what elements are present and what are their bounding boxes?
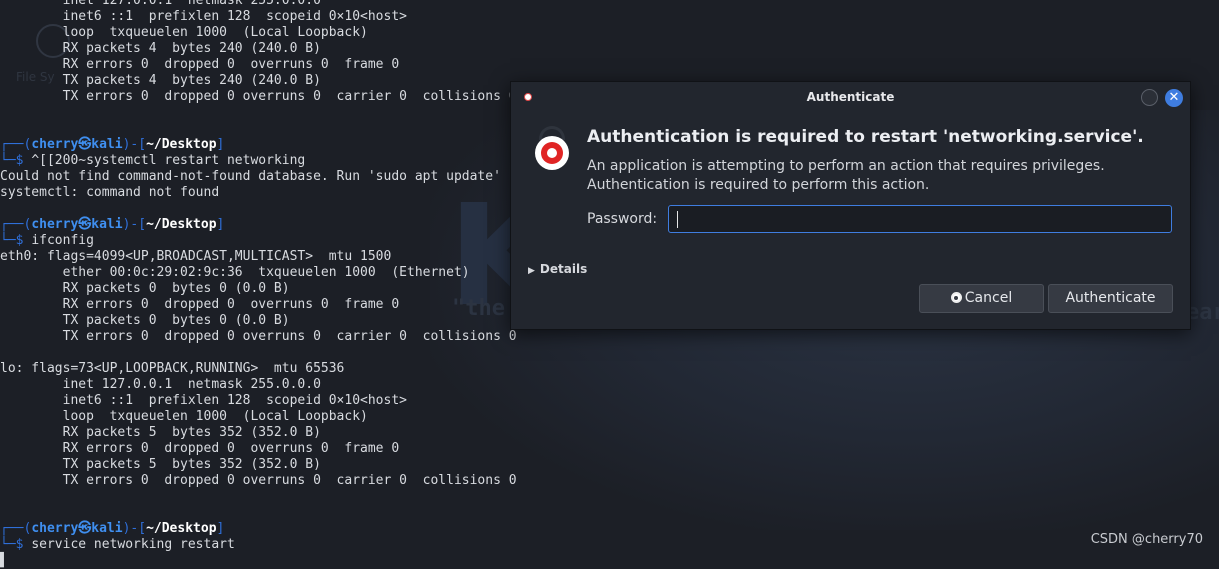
output-line: TX errors 0 dropped 0 overruns 0 carrier… (0, 329, 517, 344)
prompt-dollar: $ (15, 537, 32, 552)
prompt-user: cherry㉿kali (31, 521, 123, 536)
authenticate-label: Authenticate (1065, 290, 1156, 306)
expand-triangle-icon: ▶ (528, 266, 535, 276)
prompt-frame: ┌──( (0, 137, 32, 152)
details-expander[interactable]: ▶ Details (528, 262, 587, 276)
prompt-line: ┌──(cherry㉿kali)-[~/Desktop] (0, 521, 1219, 537)
prompt-directory: ~/Desktop (146, 137, 217, 152)
output-line: inet6 ::1 prefixlen 128 scopeid 0×10<hos… (0, 9, 407, 24)
password-label: Password: (587, 211, 658, 227)
password-input[interactable] (668, 205, 1172, 233)
details-label: Details (539, 262, 588, 276)
command-line: └─$ service networking restart (0, 537, 1219, 553)
authenticate-button[interactable]: Authenticate (1048, 284, 1173, 313)
prompt-frame: └─ (0, 537, 16, 552)
prompt-frame: ┌──( (0, 521, 32, 536)
prompt-user: cherry㉿kali (31, 137, 123, 152)
output-line: loop txqueuelen 1000 (Local Loopback) (0, 409, 368, 424)
prompt-bracket: ] (216, 137, 225, 152)
terminal-cursor: ▌ (0, 553, 8, 568)
output-line: inet 127.0.0.1 netmask 255.0.0.0 (0, 0, 321, 8)
command-text: service networking restart (31, 537, 235, 552)
output-line: loop txqueuelen 1000 (Local Loopback) (0, 25, 368, 40)
output-line: inet 127.0.0.1 netmask 255.0.0.0 (0, 377, 321, 392)
prompt-dollar: $ (15, 233, 32, 248)
csdn-watermark: CSDN @cherry70 (1090, 532, 1203, 547)
minimize-button[interactable] (1141, 89, 1158, 106)
output-line: lo: flags=73<UP,LOOPBACK,RUNNING> mtu 65… (0, 361, 345, 376)
output-line: RX errors 0 dropped 0 overruns 0 frame 0 (0, 441, 400, 456)
authentication-lock-icon (535, 136, 569, 170)
prompt-frame: └─ (0, 153, 16, 168)
prompt-frame: ┌──( (0, 217, 32, 232)
prompt-separator: )-[ (122, 217, 147, 232)
dialog-title: Authenticate (806, 90, 895, 104)
output-line: RX errors 0 dropped 0 overruns 0 frame 0 (0, 57, 400, 72)
dialog-headline: Authentication is required to restart 'n… (587, 127, 1144, 147)
prompt-bracket: ] (216, 217, 225, 232)
dialog-description: An application is attempting to perform … (587, 158, 1105, 193)
command-text: ifconfig (31, 233, 94, 248)
authenticate-dialog: Authenticate ✕ Authentication is require… (510, 81, 1191, 330)
output-line: RX packets 4 bytes 240 (240.0 B) (0, 41, 321, 56)
cancel-button[interactable]: Cancel (919, 284, 1044, 313)
output-line: TX errors 0 dropped 0 overruns 0 carrier… (0, 473, 517, 488)
prompt-separator: )-[ (122, 137, 147, 152)
output-line: RX packets 5 bytes 352 (352.0 B) (0, 425, 321, 440)
prompt-bracket: ] (216, 521, 225, 536)
cancel-label: Cancel (964, 290, 1013, 306)
text-caret (677, 211, 678, 228)
prompt-frame: └─ (0, 233, 16, 248)
output-line: inet6 ::1 prefixlen 128 scopeid 0×10<hos… (0, 393, 407, 408)
prompt-directory: ~/Desktop (146, 217, 217, 232)
cancel-icon (950, 292, 962, 303)
dialog-titlebar[interactable]: Authenticate ✕ (511, 82, 1190, 112)
prompt-directory: ~/Desktop (146, 521, 217, 536)
output-line: TX packets 5 bytes 352 (352.0 B) (0, 457, 321, 472)
command-text: ^[[200~systemctl restart networking (31, 153, 306, 168)
prompt-dollar: $ (15, 153, 32, 168)
prompt-user: cherry㉿kali (31, 217, 123, 232)
prompt-separator: )-[ (122, 521, 147, 536)
close-icon[interactable]: ✕ (1165, 89, 1183, 107)
